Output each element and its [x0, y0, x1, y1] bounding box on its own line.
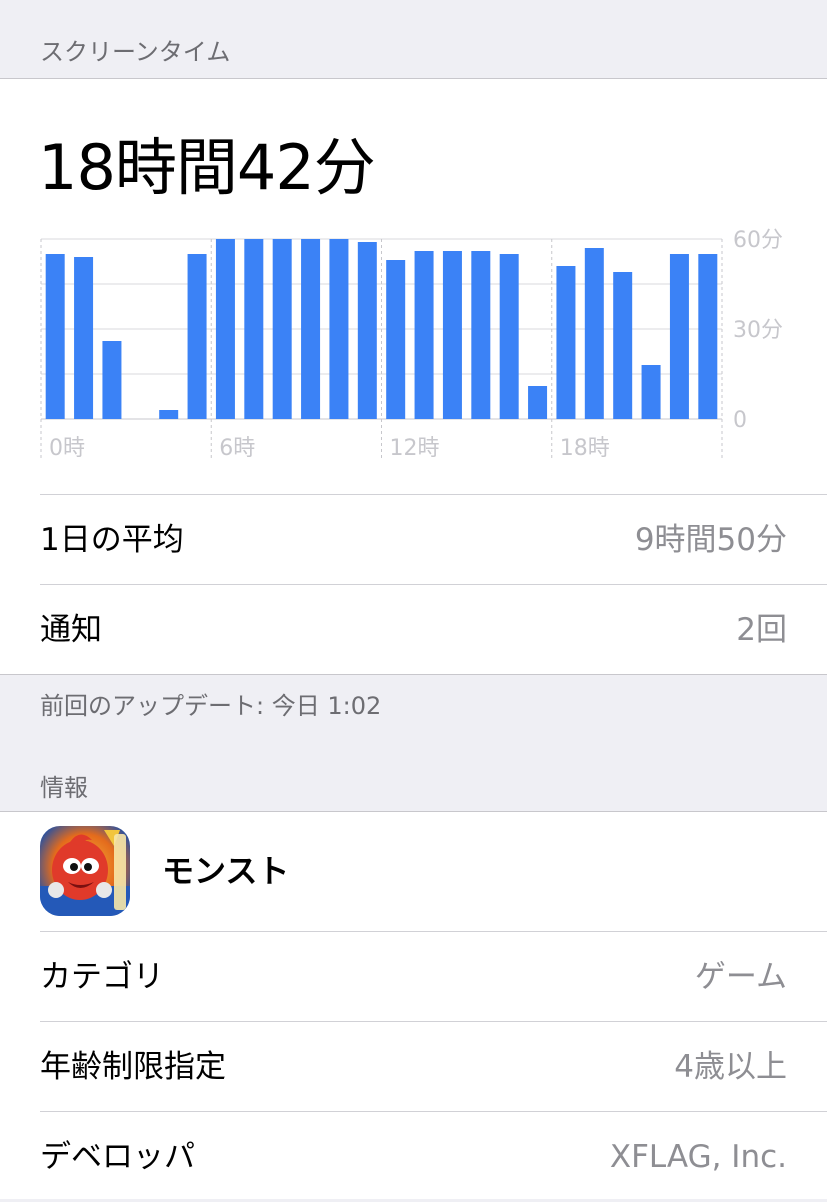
- info-row: デベロッパ XFLAG, Inc.: [40, 1112, 827, 1202]
- daily-average-value: 9時間50分: [634, 522, 787, 558]
- chart-bar: [272, 239, 292, 419]
- notifications-label: 通知: [40, 612, 102, 648]
- notifications-value: 2回: [736, 612, 787, 648]
- chart-y-tick-label: 30分: [733, 318, 783, 343]
- age-rating-value: 4歳以上: [674, 1049, 787, 1085]
- chart-x-tick-label: 6時: [219, 436, 255, 461]
- screen-time-header-label: スクリーンタイム: [40, 38, 231, 66]
- screen-time-header: スクリーンタイム: [0, 0, 827, 78]
- chart-bar: [244, 239, 264, 419]
- chart-bar: [641, 365, 661, 419]
- chart-bar: [187, 254, 207, 419]
- chart-bar: [442, 251, 462, 419]
- chart-bar: [613, 272, 633, 419]
- app-icon: [40, 826, 130, 916]
- chart-bar: [698, 254, 718, 419]
- age-rating-label: 年齢制限指定: [40, 1049, 226, 1085]
- total-screen-time: 18時間42分: [38, 131, 376, 204]
- category-label: カテゴリ: [40, 959, 164, 995]
- divider: [0, 674, 827, 675]
- daily-average-row: 1日の平均 9時間50分: [40, 495, 827, 585]
- info-header-label: 情報: [40, 774, 88, 802]
- chart-x-tick-label: 18時: [560, 436, 610, 461]
- chart-y-tick-label: 60分: [733, 228, 783, 253]
- chart-bar: [74, 257, 94, 419]
- developer-label: デベロッパ: [40, 1139, 195, 1175]
- daily-average-label: 1日の平均: [40, 522, 184, 558]
- chart-bar: [414, 251, 434, 419]
- chart-bar: [301, 239, 321, 419]
- last-update-note: 前回のアップデート: 今日 1:02: [40, 692, 382, 720]
- chart-bar: [499, 254, 519, 419]
- hourly-usage-chart[interactable]: 60分 30分 0 0時 6時 12時 18時: [0, 226, 827, 466]
- app-name: モンスト: [162, 852, 290, 890]
- chart-x-tick-label: 0時: [49, 436, 85, 461]
- chart-bar: [386, 260, 406, 419]
- chart-bar: [556, 266, 576, 419]
- chart-x-tick-label: 12時: [390, 436, 440, 461]
- chart-bar: [102, 341, 122, 419]
- category-value: ゲーム: [694, 959, 787, 995]
- developer-value: XFLAG, Inc.: [609, 1139, 787, 1175]
- chart-bar: [329, 239, 349, 419]
- chart-bar: [159, 410, 179, 419]
- chart-bar: [528, 386, 548, 419]
- chart-bar: [471, 251, 491, 419]
- chart-bar: [584, 248, 604, 419]
- chart-bar: [215, 239, 235, 419]
- chart-bar: [357, 242, 377, 419]
- info-header: 情報: [0, 750, 827, 810]
- info-row: 年齢制限指定 4歳以上: [40, 1022, 827, 1112]
- chart-bar: [45, 254, 65, 419]
- chart-bar: [669, 254, 689, 419]
- notifications-row: 通知 2回: [40, 585, 827, 675]
- chart-y-tick-label: 0: [733, 408, 747, 433]
- info-row: カテゴリ ゲーム: [40, 932, 827, 1022]
